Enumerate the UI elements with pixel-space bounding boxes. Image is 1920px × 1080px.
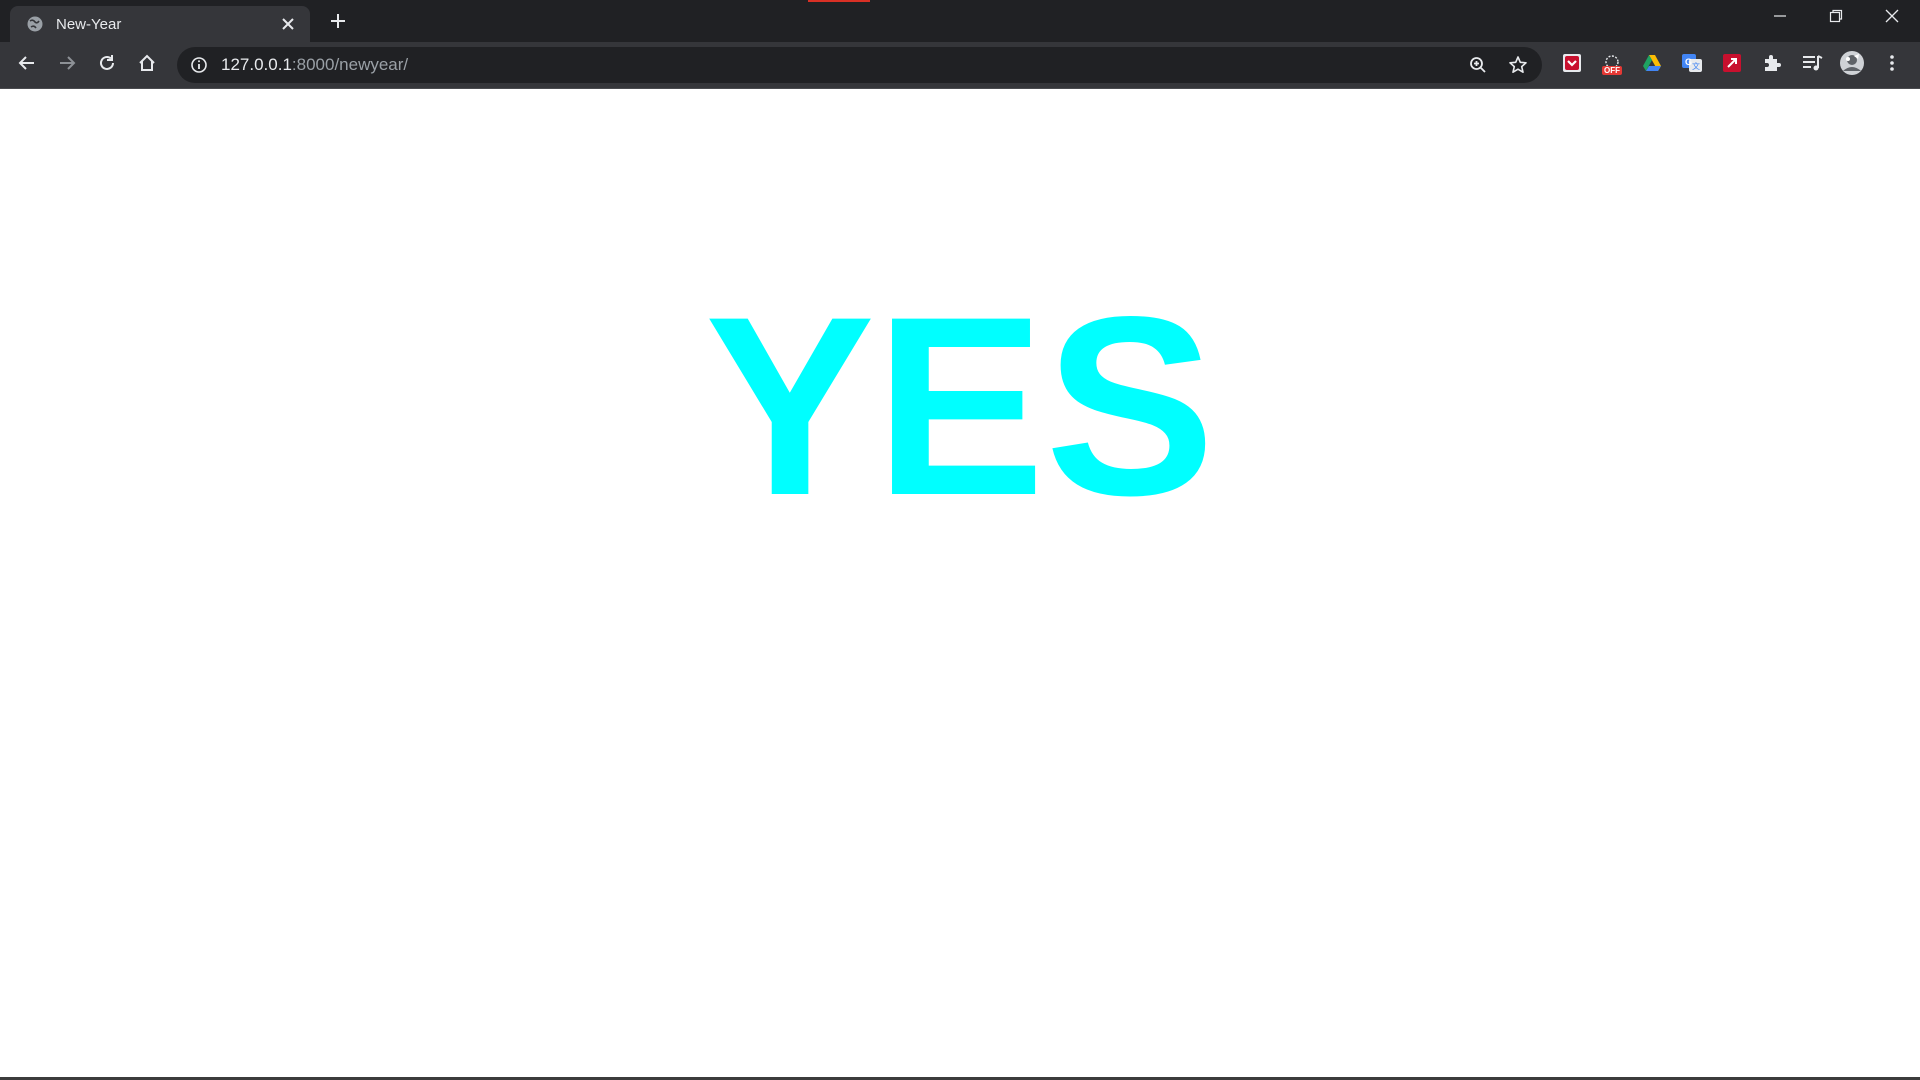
arrow-left-icon: [17, 53, 37, 78]
plus-icon: [329, 12, 347, 35]
arrow-right-icon: [57, 53, 77, 78]
extensions-button[interactable]: [1758, 51, 1786, 79]
media-queue-icon: [1801, 52, 1823, 79]
home-icon: [137, 53, 157, 78]
info-icon[interactable]: [187, 53, 211, 77]
reload-button[interactable]: [91, 49, 123, 81]
tab-close-icon[interactable]: [276, 12, 300, 36]
pdf-icon: [1721, 52, 1743, 79]
media-control-button[interactable]: [1798, 51, 1826, 79]
profile-avatar: [1839, 50, 1865, 81]
kebab-menu-icon: [1882, 53, 1902, 78]
minimize-icon: [1773, 9, 1787, 28]
puzzle-icon: [1762, 53, 1782, 78]
new-tab-button[interactable]: [324, 9, 352, 37]
page-content: YES: [0, 89, 1920, 1077]
coupon-extension-button[interactable]: OFF: [1598, 51, 1626, 79]
translate-icon: G文: [1681, 52, 1703, 79]
window-controls: [1752, 0, 1920, 36]
restore-icon: [1829, 9, 1843, 28]
svg-text:G: G: [1685, 57, 1692, 67]
coupon-off-icon: OFF: [1600, 53, 1624, 77]
pocket-extension-button[interactable]: [1558, 51, 1586, 79]
close-icon: [1885, 9, 1899, 28]
close-window-button[interactable]: [1864, 0, 1920, 36]
address-bar[interactable]: 127.0.0.1:8000/newyear/: [177, 47, 1542, 83]
drive-extension-button[interactable]: [1638, 51, 1666, 79]
pdf-extension-button[interactable]: [1718, 51, 1746, 79]
profile-button[interactable]: [1838, 50, 1866, 81]
url-host: 127.0.0.1: [221, 55, 292, 74]
url-path: :8000/newyear/: [291, 55, 409, 74]
recording-indicator: [808, 0, 870, 2]
svg-text:文: 文: [1692, 61, 1700, 71]
translate-extension-button[interactable]: G文: [1678, 51, 1706, 79]
coupon-off-badge: OFF: [1604, 66, 1620, 75]
browser-menu-button[interactable]: [1878, 51, 1906, 79]
tab-strip: New-Year: [0, 0, 1920, 42]
tab-new-year[interactable]: New-Year: [10, 6, 310, 42]
home-button[interactable]: [131, 49, 163, 81]
forward-button[interactable]: [51, 49, 83, 81]
tab-title: New-Year: [56, 15, 122, 33]
drive-icon: [1641, 52, 1663, 79]
zoom-icon[interactable]: [1462, 49, 1494, 81]
back-button[interactable]: [11, 49, 43, 81]
restore-button[interactable]: [1808, 0, 1864, 36]
star-icon[interactable]: [1502, 49, 1534, 81]
pocket-icon: [1561, 52, 1583, 79]
browser-toolbar: 127.0.0.1:8000/newyear/ OFF G文: [0, 42, 1920, 89]
reload-icon: [97, 53, 117, 78]
url-text[interactable]: 127.0.0.1:8000/newyear/: [221, 55, 1462, 75]
globe-icon: [26, 15, 44, 33]
headline-yes: YES: [704, 264, 1216, 549]
minimize-button[interactable]: [1752, 0, 1808, 36]
